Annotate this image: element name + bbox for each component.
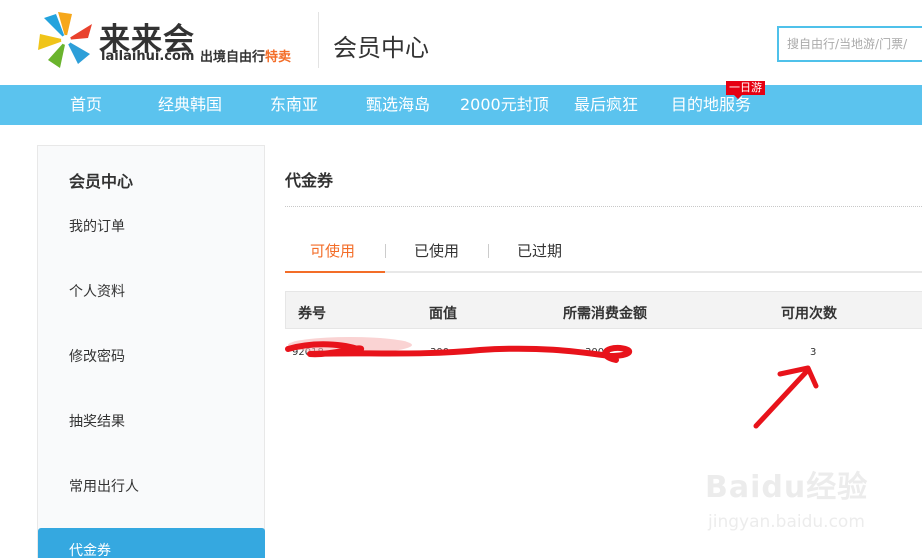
- voucher-code: 92018: [292, 347, 324, 358]
- column-header-value: 面值: [429, 306, 457, 322]
- search-input[interactable]: [779, 28, 922, 60]
- sidebar-item-vouchers[interactable]: 代金券: [38, 528, 265, 558]
- tab-separator: [385, 244, 386, 258]
- page-title: 会员中心: [333, 34, 429, 62]
- sidebar-item-profile[interactable]: 个人资料: [38, 269, 265, 313]
- header-divider: [318, 12, 319, 68]
- voucher-times: 3: [810, 347, 817, 358]
- tab-available[interactable]: 可使用: [310, 240, 355, 261]
- table-row: 92018 300 3000 3: [285, 329, 922, 377]
- nav-item-islands[interactable]: 甄选海岛: [366, 85, 430, 125]
- sidebar-item-label: 个人资料: [69, 284, 125, 300]
- nav-item-southeast-asia[interactable]: 东南亚: [270, 85, 318, 125]
- nav-item-last-minute[interactable]: 最后疯狂: [574, 85, 638, 125]
- slogan-highlight: 特卖: [265, 50, 292, 65]
- lailaihui-logo-icon[interactable]: [36, 10, 96, 70]
- main-nav: 首页 经典韩国 东南亚 甄选海岛 2000元封顶 最后疯狂 目的地服务: [0, 85, 922, 125]
- tab-used[interactable]: 已使用: [414, 240, 459, 261]
- sidebar-item-label: 抽奖结果: [69, 414, 125, 430]
- column-header-times: 可用次数: [781, 306, 837, 322]
- sidebar-item-label: 代金券: [69, 543, 111, 558]
- nav-item-home[interactable]: 首页: [70, 85, 102, 125]
- sidebar-item-label: 修改密码: [69, 349, 125, 365]
- site-header: 来来会 lailaihui.com 出境自由行特卖 会员中心: [0, 0, 922, 85]
- voucher-value: 300: [430, 347, 450, 358]
- member-sidebar: 会员中心 我的订单 个人资料 修改密码 抽奖结果 常用出行人 代金券: [37, 145, 265, 558]
- sidebar-item-label: 常用出行人: [69, 479, 139, 495]
- section-divider: [285, 206, 922, 207]
- watermark-main: Baidu经验: [705, 470, 869, 505]
- nav-item-korea[interactable]: 经典韩国: [158, 85, 222, 125]
- sidebar-item-orders[interactable]: 我的订单: [38, 204, 265, 248]
- active-tab-underline: [285, 271, 385, 273]
- slogan-text: 出境自由行: [200, 50, 266, 65]
- day-tour-badge: 一日游: [726, 81, 765, 99]
- tab-expired[interactable]: 已过期: [517, 240, 562, 261]
- sidebar-item-password[interactable]: 修改密码: [38, 334, 265, 378]
- column-header-min-spend: 所需消费金额: [563, 306, 647, 322]
- sidebar-title: 会员中心: [69, 172, 134, 191]
- tab-separator: [488, 244, 489, 258]
- watermark-url: jingyan.baidu.com: [708, 512, 865, 532]
- nav-item-price-cap[interactable]: 2000元封顶: [460, 85, 549, 125]
- sidebar-item-lottery[interactable]: 抽奖结果: [38, 399, 265, 443]
- column-header-code: 券号: [298, 306, 326, 322]
- brand-domain: lailaihui.com: [101, 49, 195, 64]
- section-title: 代金券: [285, 171, 334, 190]
- baidu-watermark: Baidu经验 jingyan.baidu.com: [705, 462, 905, 542]
- sidebar-item-travelers[interactable]: 常用出行人: [38, 464, 265, 508]
- voucher-min-spend: 3000: [585, 347, 611, 358]
- search-box[interactable]: [777, 26, 922, 62]
- sidebar-item-label: 我的订单: [69, 219, 125, 235]
- voucher-table-header: 券号 面值 所需消费金额 可用次数: [285, 291, 922, 329]
- arrow-shaft: [753, 367, 811, 429]
- slogan: 出境自由行特卖: [200, 46, 291, 65]
- voucher-tabs: 可使用 已使用 已过期: [285, 228, 922, 273]
